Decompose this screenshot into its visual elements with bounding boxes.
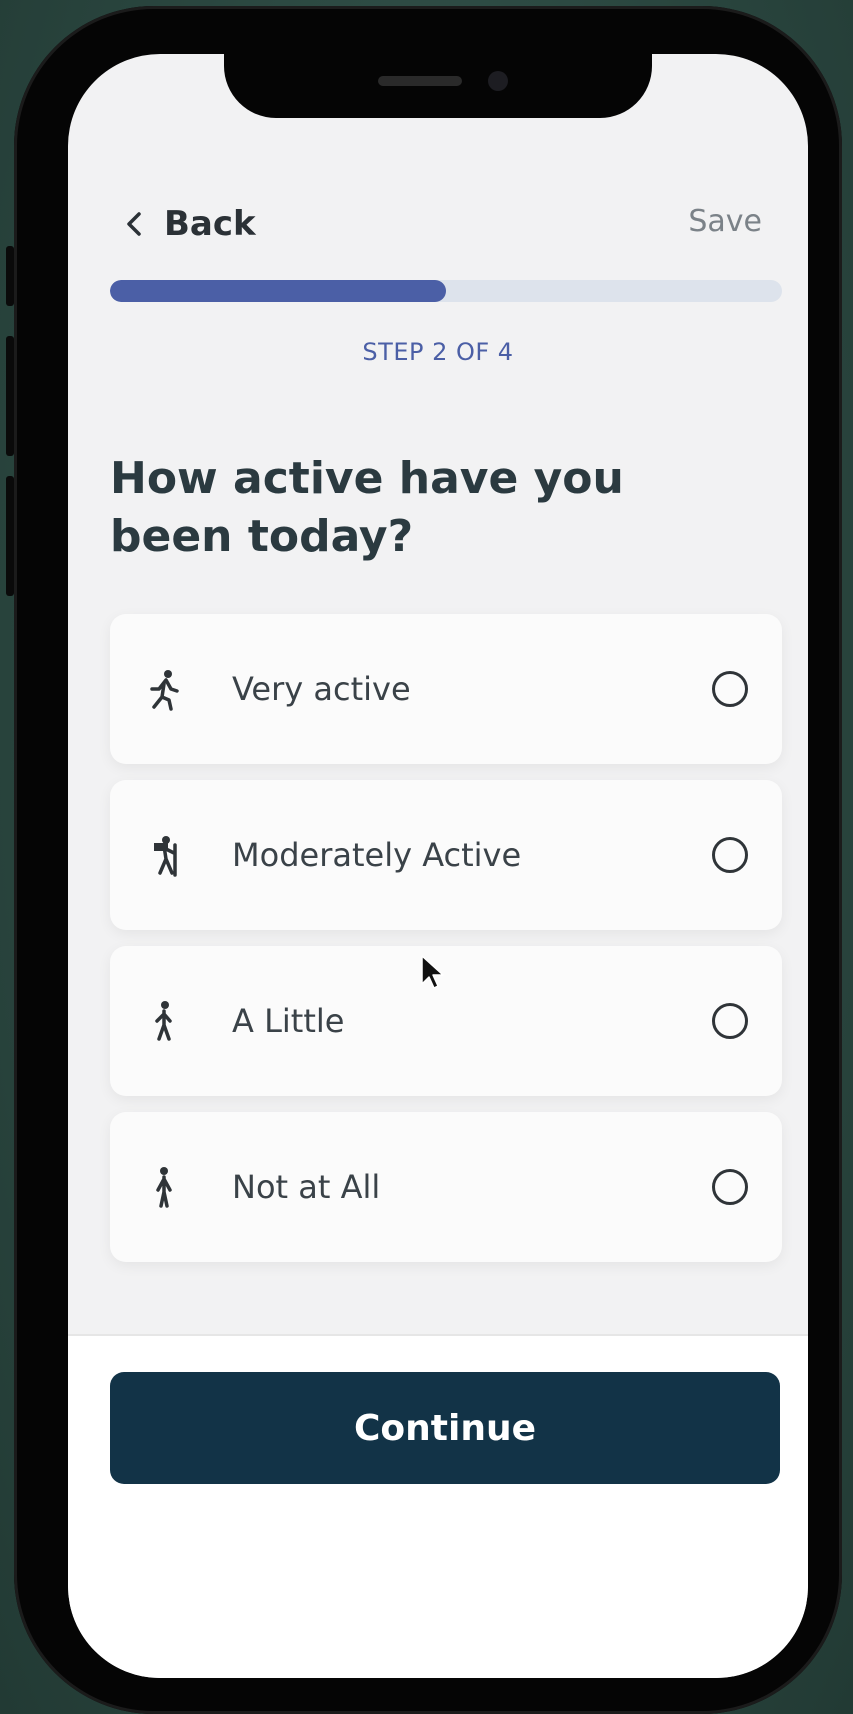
question-title: How active have you been today? xyxy=(110,453,624,562)
option-very-active[interactable]: Very active xyxy=(110,614,782,764)
option-label: A Little xyxy=(232,1002,345,1040)
option-not-at-all[interactable]: Not at All xyxy=(110,1112,782,1262)
progress-fill xyxy=(110,280,446,302)
hiking-person-icon xyxy=(154,836,177,877)
activity-options: Very active Moderately Active A Little N… xyxy=(110,614,782,1278)
radio-button[interactable] xyxy=(712,1003,748,1039)
option-label: Moderately Active xyxy=(232,836,522,874)
back-label: Back xyxy=(164,204,256,244)
walking-person-icon xyxy=(155,1001,172,1041)
phone-screen: Back Save STEP 2 OF 4 How active have yo… xyxy=(68,54,808,1678)
continue-button[interactable]: Continue xyxy=(110,1372,780,1484)
option-a-little[interactable]: A Little xyxy=(110,946,782,1096)
volume-down-button xyxy=(6,476,14,596)
speaker-grille xyxy=(378,76,462,86)
back-button[interactable]: Back xyxy=(120,194,256,254)
standing-person-icon xyxy=(156,1167,172,1208)
save-button[interactable]: Save xyxy=(688,204,762,239)
mute-switch xyxy=(6,246,14,306)
running-person-icon xyxy=(150,670,179,711)
step-indicator: STEP 2 OF 4 xyxy=(362,338,514,366)
chevron-left-icon xyxy=(127,212,141,236)
volume-up-button xyxy=(6,336,14,456)
radio-button[interactable] xyxy=(712,1169,748,1205)
option-label: Very active xyxy=(232,670,411,708)
option-label: Not at All xyxy=(232,1168,381,1206)
mouse-cursor-icon xyxy=(421,955,444,989)
progress-bar xyxy=(110,280,782,302)
radio-button[interactable] xyxy=(712,837,748,873)
radio-button[interactable] xyxy=(712,671,748,707)
notch xyxy=(224,54,652,118)
option-moderately-active[interactable]: Moderately Active xyxy=(110,780,782,930)
front-camera xyxy=(488,71,508,91)
